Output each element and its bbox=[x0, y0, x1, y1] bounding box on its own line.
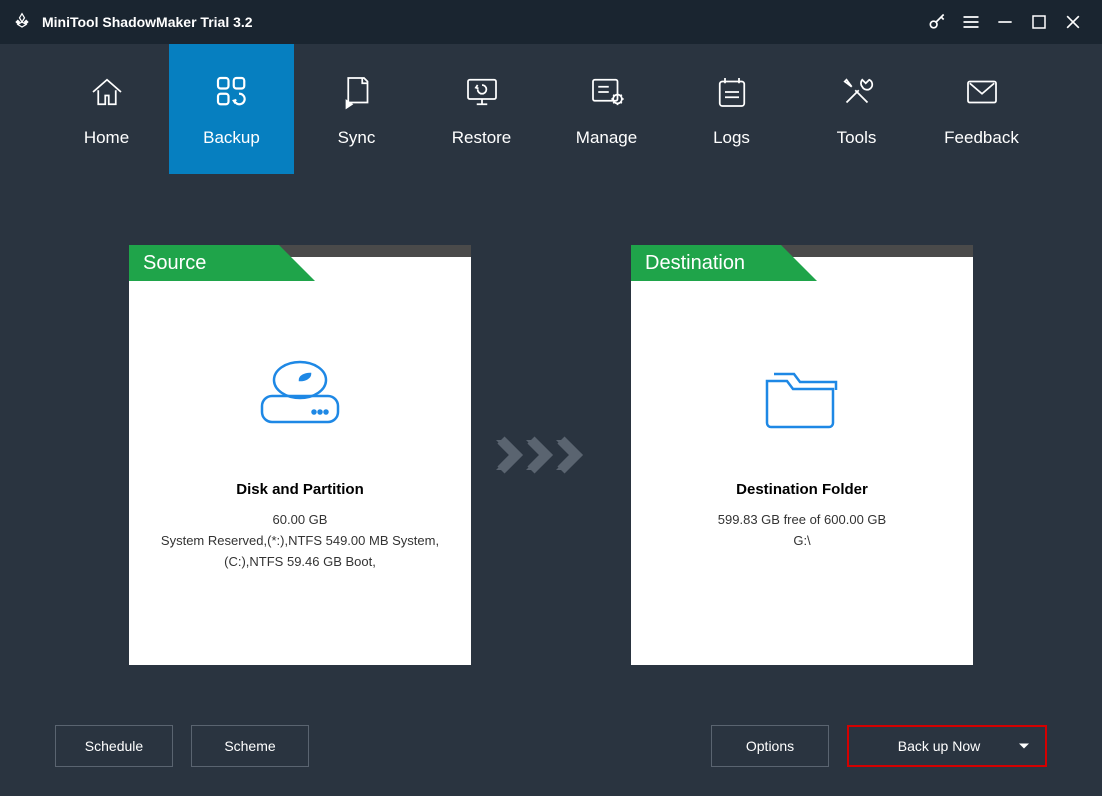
tools-icon bbox=[835, 70, 879, 114]
destination-title: Destination Folder bbox=[651, 481, 953, 498]
main-nav: Home Backup Sync Restore Manage bbox=[0, 44, 1102, 174]
feedback-icon bbox=[960, 70, 1004, 114]
destination-path: G:\ bbox=[651, 533, 953, 548]
nav-restore[interactable]: Restore bbox=[419, 44, 544, 174]
nav-label: Logs bbox=[713, 128, 750, 148]
source-detail: (C:),NTFS 59.46 GB Boot, bbox=[149, 554, 451, 569]
nav-sync[interactable]: Sync bbox=[294, 44, 419, 174]
source-header: Source bbox=[129, 245, 279, 281]
restore-icon bbox=[460, 70, 504, 114]
nav-logs[interactable]: Logs bbox=[669, 44, 794, 174]
nav-backup[interactable]: Backup bbox=[169, 44, 294, 174]
backup-now-button[interactable]: Back up Now bbox=[847, 725, 1047, 767]
sync-icon bbox=[335, 70, 379, 114]
nav-label: Restore bbox=[452, 128, 512, 148]
options-button[interactable]: Options bbox=[711, 725, 829, 767]
logs-icon bbox=[710, 70, 754, 114]
nav-home[interactable]: Home bbox=[44, 44, 169, 174]
nav-feedback[interactable]: Feedback bbox=[919, 44, 1044, 174]
scheme-button[interactable]: Scheme bbox=[191, 725, 309, 767]
maximize-icon[interactable] bbox=[1022, 0, 1056, 44]
nav-label: Tools bbox=[837, 128, 877, 148]
source-detail: System Reserved,(*:),NTFS 549.00 MB Syst… bbox=[149, 533, 451, 548]
nav-label: Feedback bbox=[944, 128, 1019, 148]
source-card[interactable]: Source Disk and Partition 60.00 GB Syste… bbox=[129, 245, 471, 665]
close-icon[interactable] bbox=[1056, 0, 1090, 44]
app-title: MiniTool ShadowMaker Trial 3.2 bbox=[42, 14, 253, 30]
nav-label: Home bbox=[84, 128, 129, 148]
minimize-icon[interactable] bbox=[988, 0, 1022, 44]
backup-icon bbox=[210, 70, 254, 114]
app-logo-icon bbox=[12, 12, 32, 32]
disk-icon bbox=[149, 341, 451, 451]
nav-label: Backup bbox=[203, 128, 260, 148]
home-icon bbox=[85, 70, 129, 114]
destination-header: Destination bbox=[631, 245, 781, 281]
nav-label: Sync bbox=[338, 128, 376, 148]
nav-manage[interactable]: Manage bbox=[544, 44, 669, 174]
titlebar: MiniTool ShadowMaker Trial 3.2 bbox=[0, 0, 1102, 44]
menu-icon[interactable] bbox=[954, 0, 988, 44]
source-size: 60.00 GB bbox=[149, 512, 451, 527]
destination-card[interactable]: Destination Destination Folder 599.83 GB… bbox=[631, 245, 973, 665]
content-area: Source Disk and Partition 60.00 GB Syste… bbox=[0, 174, 1102, 796]
manage-icon bbox=[585, 70, 629, 114]
nav-tools[interactable]: Tools bbox=[794, 44, 919, 174]
nav-label: Manage bbox=[576, 128, 637, 148]
footer-bar: Schedule Scheme Options Back up Now bbox=[50, 706, 1052, 786]
schedule-button[interactable]: Schedule bbox=[55, 725, 173, 767]
folder-icon bbox=[651, 341, 953, 451]
chevron-right-icon bbox=[491, 245, 611, 665]
key-icon[interactable] bbox=[920, 0, 954, 44]
source-title: Disk and Partition bbox=[149, 481, 451, 498]
destination-free: 599.83 GB free of 600.00 GB bbox=[651, 512, 953, 527]
